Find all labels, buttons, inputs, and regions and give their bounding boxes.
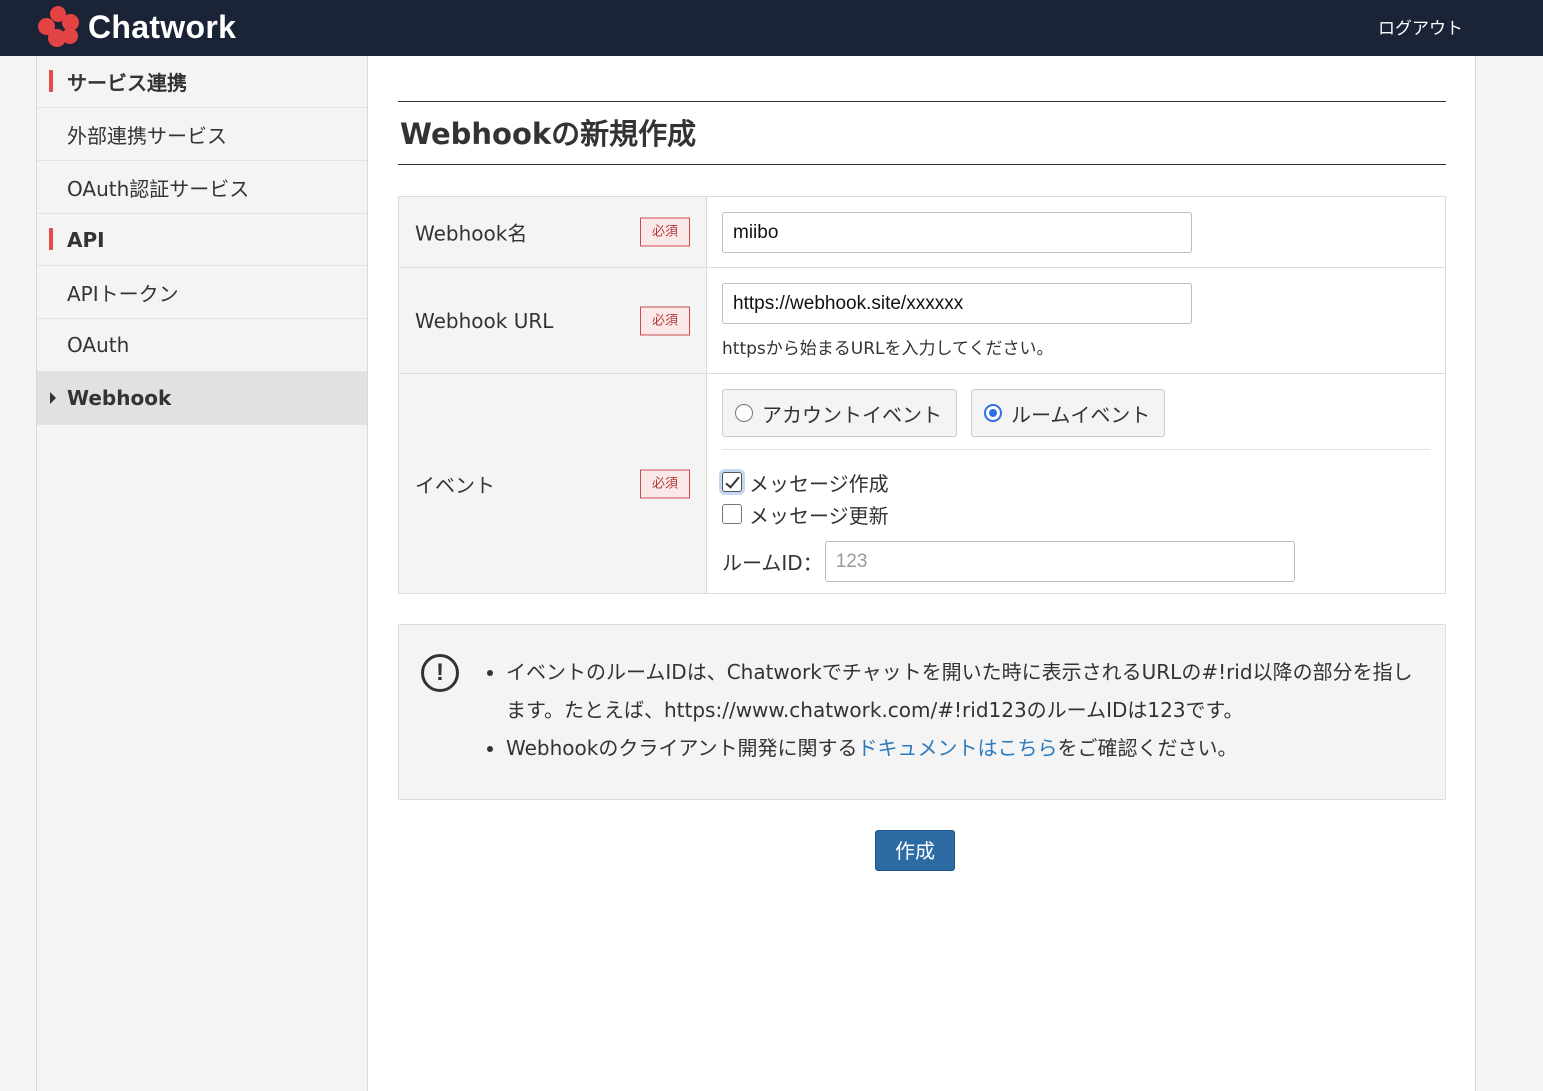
room-id-input[interactable]: 123 [824, 541, 1295, 582]
webhook-url-input[interactable]: https://webhook.site/xxxxxx [722, 283, 1192, 324]
event-type-radio-group: アカウントイベント ルームイベント [722, 389, 1430, 450]
form-row-url: Webhook URL 必須 https://webhook.site/xxxx… [399, 268, 1445, 374]
sidebar-item-oauth-services[interactable]: OAuth認証サービス [37, 161, 367, 214]
sidebar-item-label: Webhook [67, 386, 172, 410]
notice-item-docs: Webhookのクライアント開発に関するドキュメントはこちらをご確認ください。 [506, 729, 1426, 767]
webhook-name-input[interactable]: miibo [722, 212, 1192, 253]
checkbox-label: メッセージ更新 [749, 503, 889, 528]
webhook-url-hint: httpsから始まるURLを入力してください。 [722, 339, 1054, 359]
notice-text: をご確認ください。 [1057, 736, 1238, 760]
checkbox-unchecked-icon [722, 504, 742, 524]
radio-label: アカウントイベント [762, 402, 942, 427]
sidebar-item-api-token[interactable]: APIトークン [37, 266, 367, 319]
radio-checked-icon [984, 404, 1002, 422]
field-label-cell: イベント 必須 [399, 374, 707, 593]
sidebar-item-webhook[interactable]: Webhook [37, 372, 367, 425]
documentation-link[interactable]: ドキュメントはこちら [858, 736, 1058, 760]
sidebar-item-oauth[interactable]: OAuth [37, 319, 367, 372]
notice-item-room-id: イベントのルームIDは、Chatworkでチャットを開いた時に表示されるURLの… [506, 653, 1426, 729]
webhook-name-label: Webhook名 [415, 221, 528, 246]
room-id-field: ルームID： 123 [722, 541, 1430, 582]
logout-link[interactable]: ログアウト [1378, 14, 1463, 39]
field-label-cell: Webhook URL 必須 [399, 268, 707, 373]
main-content: Webhookの新規作成 Webhook名 必須 miibo Webhook U… [368, 56, 1476, 1091]
sidebar-item-external-services[interactable]: 外部連携サービス [37, 108, 367, 161]
radio-unchecked-icon [735, 404, 753, 422]
page-title: Webhookの新規作成 [398, 101, 1446, 165]
event-checkbox-group: メッセージ作成 メッセージ更新 [722, 450, 1430, 530]
event-label: イベント [415, 473, 495, 497]
field-value-cell: miibo [707, 197, 1445, 267]
sidebar-item-label: OAuth認証サービス [67, 176, 250, 201]
field-value-cell: https://webhook.site/xxxxxx httpsから始まるUR… [707, 268, 1445, 373]
radio-account-event[interactable]: アカウントイベント [722, 389, 957, 437]
notice-text: Webhookのクライアント開発に関する [506, 736, 858, 760]
sidebar-item-label: APIトークン [67, 281, 179, 306]
sidebar: サービス連携 外部連携サービス OAuth認証サービス API APIトークン … [36, 56, 368, 1091]
sidebar-item-label: 外部連携サービス [67, 123, 227, 148]
required-badge: 必須 [640, 306, 690, 335]
checkbox-message-update[interactable]: メッセージ更新 [722, 498, 1430, 530]
webhook-form: Webhook名 必須 miibo Webhook URL 必須 https:/… [398, 196, 1446, 594]
field-label-cell: Webhook名 必須 [399, 197, 707, 267]
sidebar-section-service: サービス連携 [37, 56, 367, 108]
checkbox-message-create[interactable]: メッセージ作成 [722, 466, 1430, 498]
required-badge: 必須 [640, 217, 690, 247]
sidebar-item-label: OAuth [67, 333, 130, 357]
checkbox-label: メッセージ作成 [749, 471, 889, 496]
checkbox-checked-icon [722, 472, 742, 492]
radio-room-event[interactable]: ルームイベント [971, 389, 1166, 437]
exclamation-circle-icon: ! [421, 654, 459, 692]
chatwork-logo-icon [36, 4, 82, 50]
create-button[interactable]: 作成 [875, 830, 955, 871]
brand-name: Chatwork [88, 8, 237, 45]
radio-label: ルームイベント [1011, 402, 1151, 427]
field-value-cell: アカウントイベント ルームイベント メッセージ作成 メッセージ更新 ルームID：… [707, 374, 1445, 593]
form-row-name: Webhook名 必須 miibo [399, 197, 1445, 268]
top-bar: Chatwork ログアウト [0, 0, 1543, 56]
webhook-url-label: Webhook URL [415, 308, 554, 333]
sidebar-section-api: API [37, 214, 367, 266]
form-row-event: イベント 必須 アカウントイベント ルームイベント メッセージ作成 メッセージ更… [399, 374, 1445, 593]
chatwork-logo[interactable]: Chatwork [36, 4, 236, 50]
room-id-label: ルームID： [722, 551, 823, 575]
notice-list: イベントのルームIDは、Chatworkでチャットを開いた時に表示されるURLの… [506, 653, 1426, 767]
caret-right-icon [50, 392, 56, 404]
info-notice: ! イベントのルームIDは、Chatworkでチャットを開いた時に表示されるUR… [398, 624, 1446, 800]
required-badge: 必須 [640, 469, 690, 498]
